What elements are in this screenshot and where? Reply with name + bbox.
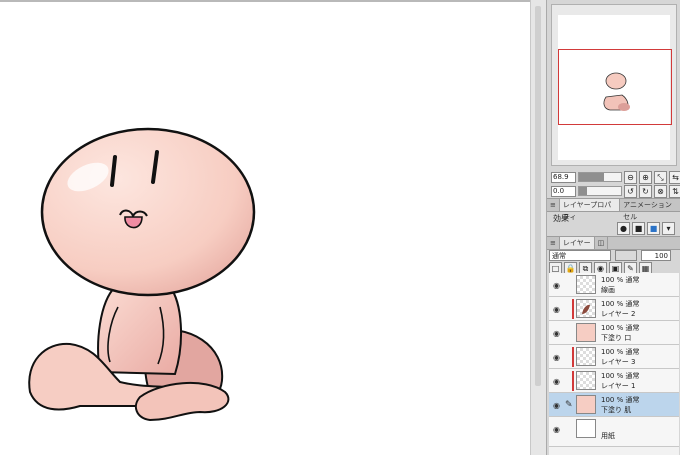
tab-grip-icon[interactable]: ≡ (547, 237, 560, 249)
tab-animation-cel[interactable]: アニメーションセル (620, 199, 680, 221)
layer-thumbnail (576, 275, 596, 294)
opacity-slider[interactable] (615, 250, 637, 261)
eye-icon[interactable]: ◉ (553, 353, 560, 362)
rotate-value[interactable]: 0.0 (551, 185, 576, 197)
layer-name: 下塗り 口 (601, 334, 632, 342)
layer-row[interactable]: ◉ 100 % 通常 レイヤー 3 (549, 345, 679, 369)
eye-icon[interactable]: ◉ (553, 281, 560, 290)
effect-menu-icon[interactable]: ▾ (662, 222, 675, 235)
tab-extra-icon[interactable]: ◫ (595, 237, 609, 249)
zoom-slider[interactable] (578, 172, 622, 182)
layer-list: ◉ 100 % 通常 線画 ◉ 100 % 通常 レイヤー 2 ◉ 100 % … (549, 273, 679, 455)
fit-icon[interactable]: ⤡ (654, 170, 667, 184)
rotate-slider[interactable] (578, 186, 622, 196)
layer-mode: 100 % 通常 (601, 372, 640, 380)
navigator-thumbnail (603, 72, 630, 111)
clip-indicator (572, 371, 574, 391)
character-illustration (28, 127, 256, 422)
layer-row[interactable]: ◉ 100 % 通常 レイヤー 1 (549, 369, 679, 393)
layer-name: 線画 (601, 286, 615, 294)
reset-icon[interactable]: ⊗ (654, 184, 667, 198)
layer-mode: 100 % 通常 (601, 300, 640, 308)
property-tabbar: ≡ レイヤープロパティ アニメーションセル (547, 198, 680, 221)
eye-icon[interactable]: ◉ (553, 425, 560, 434)
tab-layer-property[interactable]: レイヤープロパティ (559, 199, 621, 221)
zoom-value[interactable]: 68.9 (551, 171, 576, 183)
canvas-vertical-scrollbar[interactable] (530, 0, 546, 455)
layer-name: 用紙 (601, 432, 615, 440)
effect-fill-icon[interactable]: ■ (632, 222, 645, 235)
navigator-preview[interactable] (558, 15, 672, 160)
layer-thumbnail (576, 395, 596, 414)
layer-name: レイヤー 3 (601, 358, 636, 366)
layer-row[interactable]: ◉ 100 % 通常 下塗り 口 (549, 321, 679, 345)
drawing-canvas[interactable] (0, 0, 530, 455)
layer-thumbnail (576, 371, 596, 390)
layer-mode: 100 % 通常 (601, 324, 640, 332)
zoom-in-icon[interactable]: ⊕ (639, 170, 652, 184)
layer-name: レイヤー 2 (601, 310, 636, 318)
rotate-left-icon[interactable]: ↺ (624, 184, 637, 198)
scrollbar-thumb[interactable] (535, 6, 541, 386)
layer-row-selected[interactable]: ◉ ✎ 100 % 通常 下塗り 肌 (549, 393, 679, 417)
flip-vertical-icon[interactable]: ⇅ (669, 184, 680, 198)
clip-indicator (572, 347, 574, 367)
effect-buttons: ● ■ ■ ▾ (617, 222, 675, 235)
right-panel: 68.9 ⊖ ⊕ ⤡ ⇆ 0.0 ↺ ↻ ⊗ ⇅ ≡ レイヤープロパティ アニメ… (546, 0, 680, 455)
layer-thumbnail (576, 347, 596, 366)
tab-pin-icon[interactable]: ≡ (547, 199, 560, 211)
eye-icon[interactable]: ◉ (553, 377, 560, 386)
effect-blue-icon[interactable]: ■ (647, 222, 660, 235)
rotate-right-icon[interactable]: ↻ (639, 184, 652, 198)
zoom-row: 68.9 ⊖ ⊕ ⤡ ⇆ (551, 170, 680, 184)
paper-thumbnail (576, 419, 596, 438)
eye-icon[interactable]: ◉ (553, 305, 560, 314)
zoom-out-icon[interactable]: ⊖ (624, 170, 637, 184)
layer-row[interactable]: ◉ 100 % 通常 線画 (549, 273, 679, 297)
layer-mode: 100 % 通常 (601, 276, 640, 284)
layer-name: 下塗り 肌 (601, 406, 632, 414)
brown-shape-icon (582, 304, 590, 314)
rotate-row: 0.0 ↺ ↻ ⊗ ⇅ (551, 184, 680, 198)
eye-icon[interactable]: ◉ (553, 329, 560, 338)
layer-mode: 100 % 通常 (601, 396, 640, 404)
blend-mode-select[interactable]: 通常 (549, 250, 611, 261)
layer-mode: 100 % 通常 (601, 348, 640, 356)
effect-dot-icon[interactable]: ● (617, 222, 630, 235)
layer-tabbar: ≡ レイヤー ◫ (547, 236, 680, 250)
clip-indicator (572, 299, 574, 319)
layer-thumbnail (576, 323, 596, 342)
tab-layer[interactable]: レイヤー (559, 237, 595, 249)
layer-row[interactable]: ◉ 100 % 通常 レイヤー 2 (549, 297, 679, 321)
pen-icon: ✎ (565, 400, 573, 410)
layer-row[interactable]: ◉ 用紙 (549, 417, 679, 447)
eye-icon[interactable]: ◉ (553, 401, 560, 410)
opacity-value[interactable]: 100 (641, 250, 671, 261)
layer-name: レイヤー 1 (601, 382, 636, 390)
effect-label: 効果 (553, 214, 569, 223)
flip-icon[interactable]: ⇆ (669, 170, 680, 184)
navigator-panel (551, 4, 677, 166)
layer-thumbnail (576, 299, 596, 318)
